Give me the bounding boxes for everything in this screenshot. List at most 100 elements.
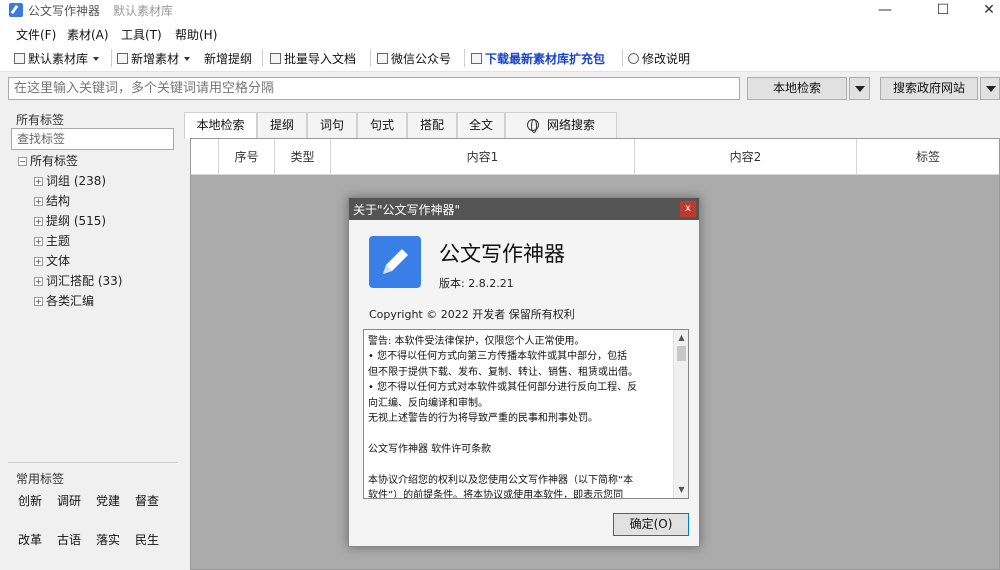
tree-item-label: 提纲 (515)	[46, 214, 107, 228]
menu-file[interactable]: 文件(F)	[16, 26, 56, 43]
menu-help[interactable]: 帮助(H)	[175, 26, 217, 43]
license-line: 向汇编、反向编译和审制。	[368, 397, 488, 409]
license-line: • 您不得以任何方式向第三方传播本软件或其中部分，包括	[368, 351, 628, 363]
wechat-button[interactable]: 微信公众号	[377, 50, 451, 67]
tab-web-search[interactable]: 网络搜索	[505, 112, 617, 138]
tab-words[interactable]: 词句	[307, 112, 357, 138]
library-select-button[interactable]: 默认素材库	[14, 50, 100, 67]
common-tags-label: 常用标签	[16, 472, 65, 486]
dialog-close-button[interactable]: x	[680, 201, 696, 217]
scroll-thumb[interactable]	[677, 346, 686, 361]
title-bar: 公文写作神器 默认素材库 — ☐ ✕	[0, 0, 1000, 22]
tree-item[interactable]: + 提纲 (515)	[34, 212, 106, 229]
grid-header: 序号 类型 内容1 内容2 标签	[191, 139, 999, 175]
home-icon	[377, 53, 388, 64]
license-line: • 您不得以任何方式对本软件或其任何部分进行反向工程、反	[368, 382, 638, 394]
library-icon	[14, 53, 25, 64]
new-material-button[interactable]: 新增素材	[117, 50, 191, 67]
tree-item[interactable]: + 主题	[34, 232, 70, 249]
dialog-version: 版本: 2.8.2.21	[439, 277, 514, 290]
license-line: 本协议介绍您的权利以及您使用公文写作神器（以下简称“本	[368, 474, 634, 486]
dialog-title: 关于"公文写作神器"	[353, 203, 461, 217]
tab-web-search-label: 网络搜索	[546, 118, 595, 132]
collapse-icon[interactable]: −	[18, 157, 27, 166]
common-tag[interactable]: 创新	[18, 492, 42, 509]
dialog-title-bar: 关于"公文写作神器" x	[349, 198, 699, 220]
minimize-button[interactable]: —	[862, 0, 908, 22]
keyword-search-input[interactable]	[8, 77, 740, 100]
expand-icon[interactable]: +	[34, 277, 43, 286]
tree-item[interactable]: + 结构	[34, 192, 70, 209]
maximize-button[interactable]: ☐	[920, 0, 966, 22]
tree-item-label: 结构	[46, 194, 71, 208]
toolbar: 默认素材库 新增素材 新增提纲 批量导入文档 微信公众号 下载最新素材库扩充包 …	[0, 44, 1000, 72]
expand-icon[interactable]: +	[34, 237, 43, 246]
tree-item[interactable]: + 词汇搭配 (33)	[34, 272, 122, 289]
gov-search-dropdown-button[interactable]	[980, 77, 1000, 100]
tab-local-search[interactable]: 本地检索	[184, 112, 257, 139]
close-window-button[interactable]: ✕	[966, 0, 1000, 22]
expand-icon[interactable]: +	[34, 297, 43, 306]
toolbar-separator	[262, 49, 263, 67]
common-tag[interactable]: 古语	[57, 531, 81, 548]
tree-item-label: 词组 (238)	[46, 174, 107, 188]
tree-item[interactable]: + 文体	[34, 252, 70, 269]
tab-outline[interactable]: 提纲	[257, 112, 307, 138]
chevron-down-icon	[184, 57, 191, 61]
local-search-button[interactable]: 本地检索	[747, 77, 847, 100]
expand-icon[interactable]: +	[34, 217, 43, 226]
tag-search-input[interactable]	[11, 128, 174, 150]
common-tag[interactable]: 改革	[18, 531, 42, 548]
menu-tools[interactable]: 工具(T)	[121, 26, 162, 43]
download-pack-button[interactable]: 下载最新素材库扩充包	[471, 50, 605, 67]
tree-root-item[interactable]: − 所有标签	[18, 152, 78, 169]
download-label: 下载最新素材库扩充包	[485, 52, 606, 66]
changelog-label: 修改说明	[642, 52, 691, 66]
new-document-icon	[117, 53, 128, 64]
menu-bar: 文件(F) 素材(A) 工具(T) 帮助(H)	[0, 22, 1000, 44]
ok-button[interactable]: 确定(O)	[613, 513, 689, 536]
license-line	[368, 426, 668, 441]
local-search-dropdown-button[interactable]	[849, 77, 870, 100]
grid-header-type[interactable]: 类型	[275, 139, 331, 175]
new-outline-button[interactable]: 新增提纲	[204, 50, 252, 67]
import-docs-button[interactable]: 批量导入文档	[270, 50, 356, 67]
common-tag[interactable]: 党建	[96, 492, 120, 509]
tab-sentence[interactable]: 句式	[357, 112, 407, 138]
tree-item[interactable]: + 各类汇编	[34, 292, 94, 309]
tree-item-label: 各类汇编	[46, 294, 95, 308]
tree-item-label: 主题	[46, 234, 71, 248]
all-tags-label: 所有标签	[16, 113, 65, 127]
license-line: 公文写作神器 软件许可条款	[368, 443, 492, 455]
common-tag[interactable]: 民生	[135, 531, 159, 548]
grid-header-content2[interactable]: 内容2	[635, 139, 857, 175]
expand-icon[interactable]: +	[34, 257, 43, 266]
toolbar-separator	[622, 49, 623, 67]
toolbar-separator	[464, 49, 465, 67]
scroll-down-icon[interactable]: ▼	[676, 484, 687, 496]
library-label: 默认素材库	[28, 52, 89, 66]
gov-search-button[interactable]: 搜索政府网站	[880, 77, 978, 100]
changelog-button[interactable]: 修改说明	[628, 50, 690, 67]
app-pen-icon	[9, 3, 23, 17]
expand-icon[interactable]: +	[34, 197, 43, 206]
tree-item[interactable]: + 词组 (238)	[34, 172, 106, 189]
common-tag[interactable]: 督查	[135, 492, 159, 509]
window-title: 公文写作神器	[28, 4, 101, 18]
menu-material[interactable]: 素材(A)	[67, 26, 109, 43]
scroll-up-icon[interactable]: ▲	[676, 332, 687, 344]
grid-header-tags[interactable]: 标签	[857, 139, 999, 175]
tab-fulltext[interactable]: 全文	[457, 112, 505, 138]
common-tag[interactable]: 调研	[57, 492, 81, 509]
toolbar-separator	[370, 49, 371, 67]
grid-header-index[interactable]: 序号	[219, 139, 275, 175]
license-text-box[interactable]: 警告: 本软件受法律保护，仅限您个人正常使用。 • 您不得以任何方式向第三方传播…	[363, 329, 689, 499]
download-icon	[471, 53, 482, 64]
grid-header-content1[interactable]: 内容1	[331, 139, 635, 175]
tab-collocation[interactable]: 搭配	[407, 112, 457, 138]
license-line: 软件”）的前提条件。将本协议或使用本软件，即表示您同	[368, 490, 624, 499]
expand-icon[interactable]: +	[34, 177, 43, 186]
wechat-label: 微信公众号	[391, 52, 452, 66]
common-tag[interactable]: 落实	[96, 531, 120, 548]
license-scrollbar[interactable]: ▲ ▼	[673, 330, 688, 498]
